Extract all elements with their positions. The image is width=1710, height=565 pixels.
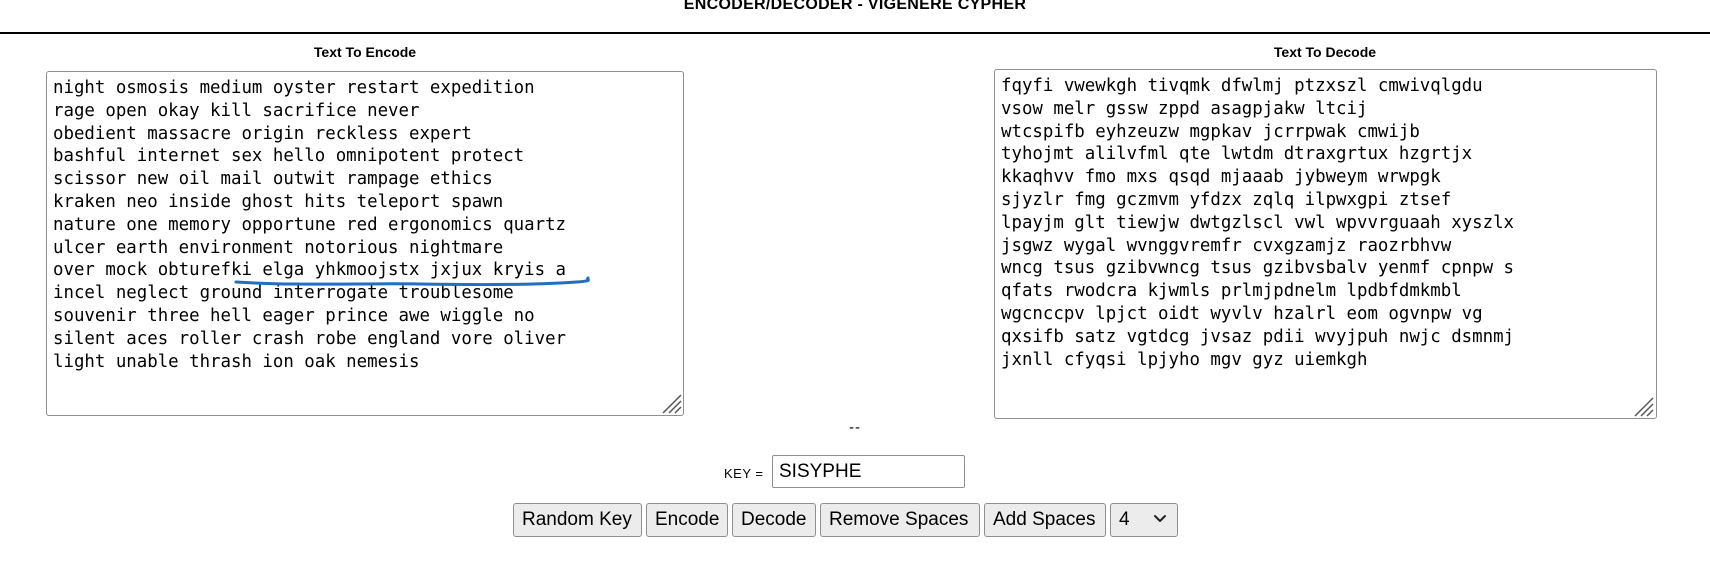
page-title: ENCODER/DECODER - VIGENERE CYPHER xyxy=(683,0,1027,13)
key-row: KEY = SISYPHE xyxy=(0,455,1710,489)
decode-button[interactable]: Decode xyxy=(732,503,816,537)
add-spaces-button[interactable]: Add Spaces xyxy=(984,503,1106,537)
resize-grip-icon[interactable] xyxy=(661,393,683,415)
encode-textarea[interactable]: night osmosis medium oyster restart expe… xyxy=(46,71,684,416)
toolbar: Random Key Encode Decode Remove Spaces A… xyxy=(513,503,1178,537)
decode-panel-label: Text To Decode xyxy=(1273,44,1377,60)
remove-spaces-button[interactable]: Remove Spaces xyxy=(820,503,980,537)
key-input[interactable]: SISYPHE xyxy=(772,455,965,488)
resize-grip-icon[interactable] xyxy=(1633,396,1655,418)
chevron-down-icon xyxy=(1154,515,1166,522)
random-key-button[interactable]: Random Key xyxy=(513,503,642,537)
encode-panel-label: Text To Encode xyxy=(313,44,417,60)
decode-textarea[interactable]: fqyfi vwewkgh tivqmk dfwlmj ptzxszl cmwi… xyxy=(994,69,1657,419)
encode-button[interactable]: Encode xyxy=(646,503,728,537)
group-size-value: 4 xyxy=(1119,509,1130,530)
separator-text: -- xyxy=(849,419,861,436)
title-divider xyxy=(0,32,1710,34)
key-label: KEY = xyxy=(724,466,764,481)
group-size-select[interactable]: 4 xyxy=(1110,503,1178,537)
